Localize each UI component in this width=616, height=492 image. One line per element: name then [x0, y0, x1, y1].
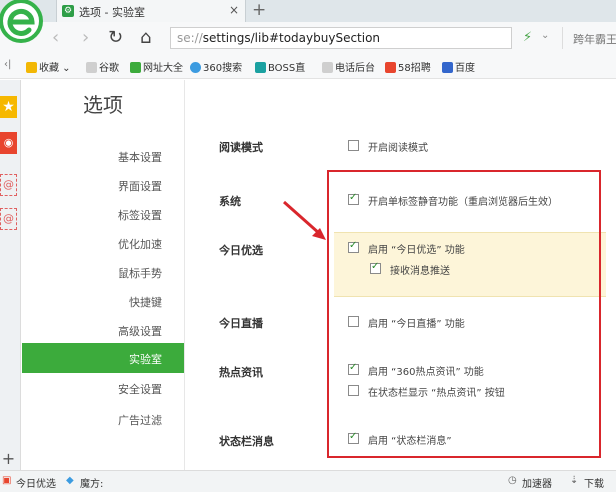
page-icon: [322, 62, 333, 73]
status-bar: ▣ 今日优选 ◆ 魔方: ◷ 加速器 ⇣ 下载: [0, 470, 616, 492]
sidebar-item-adblock[interactable]: 广告过滤: [118, 412, 162, 428]
section-title-live: 今日直播: [219, 317, 263, 330]
site-icon: [255, 62, 266, 73]
annotation-arrow-icon: [283, 200, 326, 240]
weibo-icon[interactable]: ◉: [0, 132, 17, 154]
status-accelerator[interactable]: 加速器: [522, 475, 552, 490]
site-icon: [385, 62, 396, 73]
star-icon: [26, 62, 37, 73]
download-icon: ⇣: [570, 475, 579, 486]
sidebar-item-tabs[interactable]: 标签设置: [118, 207, 162, 223]
bookmark-item[interactable]: 收藏 ⌄: [26, 59, 71, 74]
search-box[interactable]: 跨年霸王: [562, 27, 616, 49]
tab-title: 选项 - 实验室: [79, 6, 145, 19]
sidebar-item-shortcuts[interactable]: 快捷键: [129, 294, 162, 310]
section-title-hot: 热点资讯: [219, 366, 263, 379]
chevron-down-icon[interactable]: ⌄: [541, 30, 549, 41]
sidebar-item-label: 实验室: [129, 353, 162, 366]
reading-mode-checkbox[interactable]: [348, 140, 359, 151]
page-icon: [86, 62, 97, 73]
side-app-strip: ★ ◉ @ @ +: [0, 80, 21, 472]
sidebar-item-lab[interactable]: 实验室: [22, 343, 184, 373]
bookmark-item[interactable]: 谷歌: [86, 59, 119, 74]
bookmark-item[interactable]: 百度: [442, 59, 475, 74]
refresh-icon[interactable]: ↻: [108, 27, 123, 48]
status-today-link[interactable]: 今日优选: [16, 475, 56, 490]
sidebar-item-basic[interactable]: 基本设置: [118, 149, 162, 165]
page-title: 选项: [83, 93, 123, 117]
home-icon[interactable]: ⌂: [140, 27, 151, 48]
browser-logo-icon: [0, 0, 43, 43]
star-icon[interactable]: ★: [0, 96, 17, 118]
reading-mode-label: 开启阅读模式: [368, 143, 428, 154]
bookmark-item[interactable]: 360搜索: [190, 59, 242, 74]
status-magic-label[interactable]: 魔方:: [80, 475, 103, 490]
tab-close-icon[interactable]: ×: [229, 3, 239, 17]
mail-icon[interactable]: @: [0, 208, 17, 230]
bookmark-item[interactable]: 电话后台: [322, 59, 375, 74]
annotation-box: [327, 170, 601, 458]
section-title-today: 今日优选: [219, 244, 263, 257]
section-title-reading: 阅读模式: [219, 141, 263, 154]
section-title-status: 状态栏消息: [219, 435, 274, 448]
bookmark-item[interactable]: 58招聘: [385, 59, 431, 74]
site-icon: [130, 62, 141, 73]
accelerator-icon: ◷: [508, 475, 517, 486]
sidebar-item-speedup[interactable]: 优化加速: [118, 236, 162, 252]
new-tab-button[interactable]: +: [252, 0, 266, 20]
magic-cube-icon: ◆: [66, 475, 74, 486]
mail-icon[interactable]: @: [0, 174, 17, 196]
back-icon[interactable]: ‹: [52, 27, 59, 48]
sidebar-item-interface[interactable]: 界面设置: [118, 178, 162, 194]
address-bar[interactable]: se://settings/lib#todaybuySection: [170, 27, 512, 49]
status-download[interactable]: 下载: [584, 475, 604, 490]
sidebar-item-advanced[interactable]: 高级设置: [118, 323, 162, 339]
bookmark-item[interactable]: BOSS直: [255, 59, 305, 74]
section-title-system: 系统: [219, 195, 241, 208]
url-scheme: se://: [177, 31, 203, 45]
lightning-icon[interactable]: ⚡: [523, 30, 532, 45]
bookmark-item[interactable]: 网址大全: [130, 59, 183, 74]
sidebar-item-gestures[interactable]: 鼠标手势: [118, 265, 162, 281]
site-icon: [190, 62, 201, 73]
bookmarks-toggle-icon[interactable]: ‹|: [4, 59, 11, 70]
forward-icon[interactable]: ›: [82, 27, 89, 48]
tab-settings[interactable]: ⚙ 选项 - 实验室 ×: [56, 0, 246, 22]
url-path: settings/lib#todaybuySection: [202, 31, 381, 45]
settings-favicon-icon: ⚙: [62, 5, 74, 17]
settings-sidebar: 选项 基本设置 界面设置 标签设置 优化加速 鼠标手势 快捷键 高级设置 实验室…: [22, 80, 185, 470]
add-icon[interactable]: +: [0, 448, 17, 470]
bookmarks-bar: ‹| 收藏 ⌄ 谷歌 网址大全 360搜索 BOSS直 电话后台 58招聘 百度: [0, 56, 616, 79]
sidebar-item-security[interactable]: 安全设置: [118, 381, 162, 397]
gift-icon: ▣: [2, 475, 12, 486]
search-text: 跨年霸王: [573, 33, 616, 46]
baidu-icon: [442, 62, 453, 73]
